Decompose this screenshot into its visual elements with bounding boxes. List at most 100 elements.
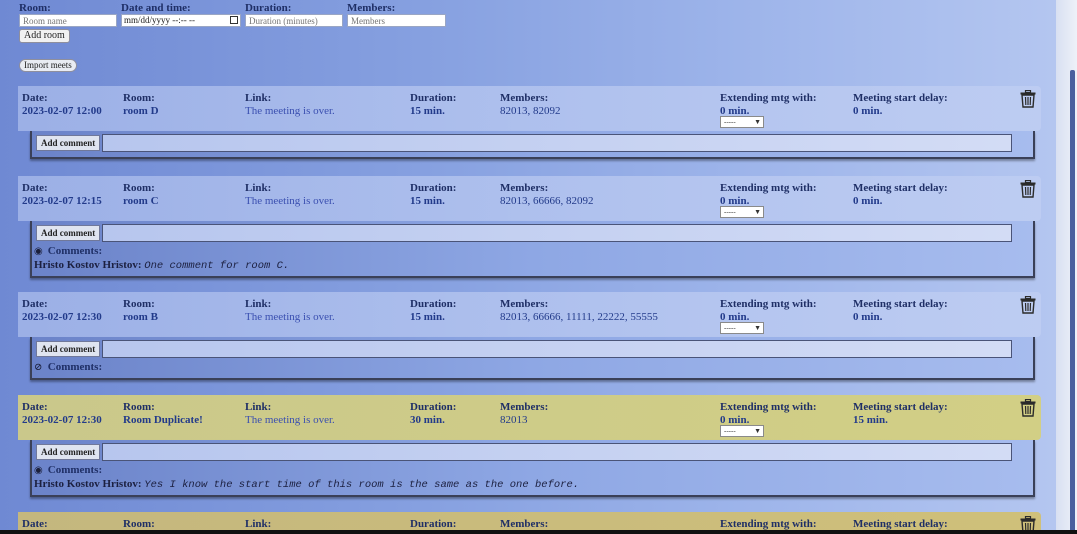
extending-label: Extending mtg with: [720,92,817,104]
meeting-header: Date: 2023-02-07 12:30 Room: room B Link… [18,292,1041,337]
meeting-members: 82013, 66666, 82092 [500,195,594,207]
members-label: Members: [500,298,549,310]
meeting-link: The meeting is over. [245,311,335,323]
extend-select[interactable]: ----- ▼ [720,206,764,218]
add-comment-button[interactable]: Add comment [36,135,101,151]
add-room-button[interactable]: Add room [19,29,70,43]
import-meets-button[interactable]: Import meets [19,59,77,72]
date-time-label: Date and time: [121,2,191,14]
comment-row: Add comment [32,131,1033,155]
duration-input[interactable] [245,14,343,27]
date-cell: Date: 2023-02-07 12:30 [22,401,102,427]
extend-select-value: ----- [724,324,736,332]
date-time-input[interactable]: mm/dd/yyyy --:-- -- [121,14,241,27]
trash-icon[interactable] [1020,399,1036,417]
members-input[interactable] [347,14,446,27]
meeting-start-delay: 0 min. [853,311,883,323]
comment-text: Yes I know the start time of this room i… [144,479,580,491]
link-label: Link: [245,92,272,104]
meeting-card: Date: 2023-02-07 12:30 Room: room B Link… [18,292,1041,380]
extend-select[interactable]: ----- ▼ [720,322,764,334]
room-cell: Room: room C [123,182,159,208]
room-label: Room: [123,92,155,104]
room-label: Room: [123,298,155,310]
link-label: Link: [245,182,272,194]
comment-text: One comment for room C. [144,260,290,272]
comment-item: Hristo Kostov Hristov: Yes I know the st… [32,477,1033,491]
meeting-header: Date: 2023-02-07 12:30 Room: Room Duplic… [18,395,1041,440]
delay-cell: Meeting start delay: 0 min. [853,298,948,324]
comment-input[interactable] [102,443,1012,461]
members-field-group: Members: [347,3,446,27]
duration-label: Duration: [410,182,457,194]
members-label: Members: [500,92,549,104]
scrollbar-thumb[interactable] [1070,70,1075,534]
date-cell: Date: 2023-02-07 12:00 [22,92,102,118]
comment-input[interactable] [102,224,1012,242]
date-cell: Date: 2023-02-07 12:30 [22,298,102,324]
extend-select[interactable]: ----- ▼ [720,425,764,437]
duration-cell: Duration: 30 min. [410,401,456,427]
delay-cell: Meeting start delay: 0 min. [853,92,948,118]
meeting-duration: 15 min. [410,311,445,323]
add-comment-button[interactable]: Add comment [36,225,101,241]
extending-cell: Extending mtg with: 0 min. [720,401,817,427]
meeting-header: Date: 2023-02-07 12:00 Room: room D Link… [18,86,1041,131]
date-label: Date: [22,401,48,413]
meeting-card: Date: 2023-02-07 12:15 Room: room C Link… [18,176,1041,278]
comment-input[interactable] [102,134,1012,152]
meeting-header: Date: 2023-02-07 12:15 Room: room C Link… [18,176,1041,221]
room-cell: Room: Room Duplicate! [123,401,203,427]
comment-row: Add comment [32,337,1033,361]
members-cell: Members: 82013, 82092 [500,92,561,118]
comment-area: Add comment ◉ Comments: Hristo Kostov Hri… [30,221,1035,278]
date-time-value: mm/dd/yyyy --:-- -- [124,15,195,25]
duration-cell: Duration: 15 min. [410,182,456,208]
start-delay-label: Meeting start delay: [853,298,948,310]
comments-label: Comments: [45,464,103,476]
room-field-group: Room: [19,3,117,27]
comments-label: Comments: [45,361,103,373]
duration-cell: Duration: 15 min. [410,298,456,324]
members-cell: Members: 82013 [500,401,548,427]
comment-area-padding [32,155,1033,157]
comment-item: Hristo Kostov Hristov: One comment for r… [32,258,1033,272]
calendar-icon[interactable] [230,16,238,24]
date-label: Date: [22,298,48,310]
add-comment-button[interactable]: Add comment [36,444,101,460]
comment-author: Hristo Kostov Hristov: [34,478,145,490]
trash-icon[interactable] [1020,90,1036,108]
duration-label: Duration: [410,92,457,104]
comments-toggle[interactable]: ⊘ Comments: [32,361,1033,374]
chevron-down-icon: ▼ [754,118,761,126]
comment-author: Hristo Kostov Hristov: [34,259,145,271]
extending-label: Extending mtg with: [720,298,817,310]
meeting-date: 2023-02-07 12:00 [22,105,102,117]
trash-icon[interactable] [1020,296,1036,314]
meeting-date: 2023-02-07 12:30 [22,311,102,323]
extend-select[interactable]: ----- ▼ [720,116,764,128]
room-label: Room: [19,2,51,14]
meeting-start-delay: 0 min. [853,195,883,207]
trash-icon[interactable] [1020,180,1036,198]
date-cell: Date: 2023-02-07 12:15 [22,182,102,208]
comments-toggle[interactable]: ◉ Comments: [32,464,1033,477]
duration-label: Duration: [410,298,457,310]
add-comment-button[interactable]: Add comment [36,341,101,357]
link-label: Link: [245,298,272,310]
start-delay-label: Meeting start delay: [853,92,948,104]
eye-off-icon: ⊘ [34,362,43,373]
meeting-link: The meeting is over. [245,414,335,426]
chevron-down-icon: ▼ [754,324,761,332]
members-label: Members: [347,2,396,14]
comment-area-padding [32,272,1033,276]
room-name-input[interactable] [19,14,117,27]
meetings-page: Room: Date and time: mm/dd/yyyy --:-- --… [0,0,1056,534]
comment-row: Add comment [32,221,1033,245]
meeting-date: 2023-02-07 12:30 [22,414,102,426]
meeting-members: 82013, 82092 [500,105,561,117]
meeting-room: room B [123,311,158,323]
meeting-start-delay: 15 min. [853,414,888,426]
comments-toggle[interactable]: ◉ Comments: [32,245,1033,258]
comment-input[interactable] [102,340,1012,358]
